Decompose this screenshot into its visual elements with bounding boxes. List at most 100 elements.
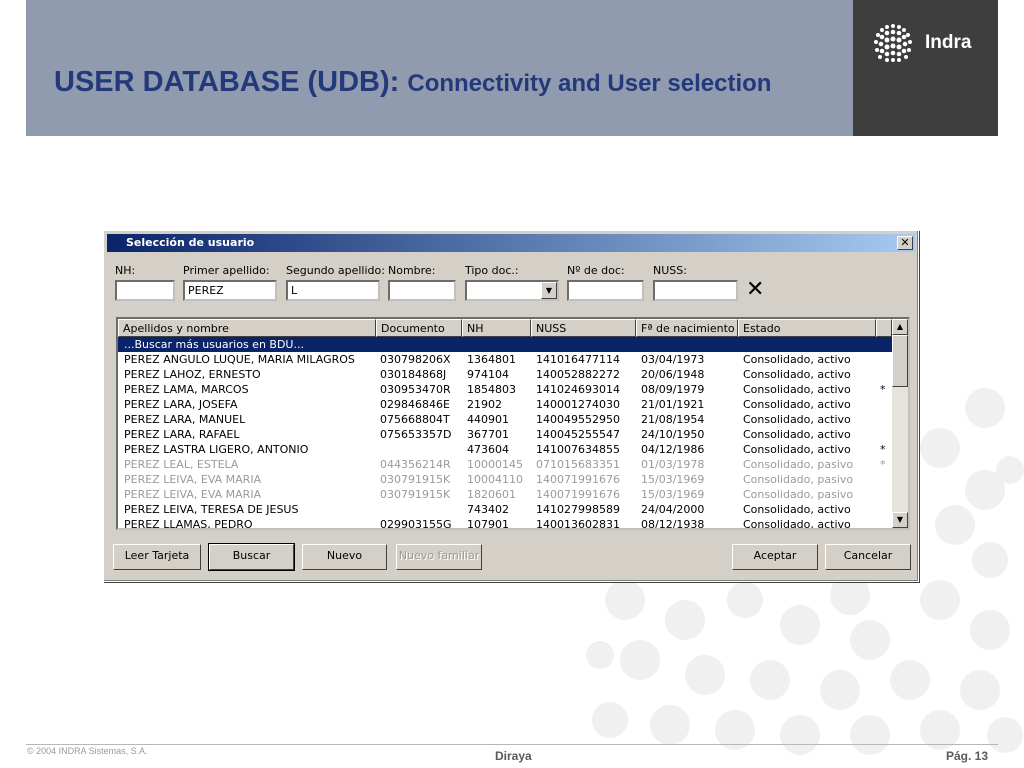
cell-fecha: 20/06/1948	[641, 368, 705, 381]
table-row[interactable]: PEREZ LEIVA, TERESA DE JESUS 743402 141027…	[118, 502, 892, 517]
column-header-nuss[interactable]: NUSS	[531, 319, 636, 337]
slide-title-sub: Connectivity and User selection	[407, 70, 772, 97]
cell-nuss: 140071991676	[536, 473, 620, 486]
cell-nuss: 140045255547	[536, 428, 620, 441]
table-row[interactable]: PEREZ LLAMAS, PEDRO 029903155G 107901 14001…	[118, 517, 892, 530]
cell-name: PEREZ LEIVA, TERESA DE JESUS	[124, 503, 299, 516]
footer-project: Diraya	[495, 749, 532, 763]
table-row[interactable]: PEREZ LARA, MANUEL 075668804T 440901 140049…	[118, 412, 892, 427]
cell-doc: 030791915K	[380, 488, 451, 501]
column-header-fecha[interactable]: Fª de nacimiento	[636, 319, 738, 337]
table-row[interactable]: PEREZ LARA, RAFAEL 075653357D 367701 140045…	[118, 427, 892, 442]
table-row[interactable]: PEREZ LAHOZ, ERNESTO 030184868J 974104 1400…	[118, 367, 892, 382]
scroll-down-icon[interactable]: ▼	[892, 512, 908, 528]
cell-mark: *	[880, 443, 886, 456]
cell-nh: 473604	[467, 443, 509, 456]
slide-title-main: USER DATABASE (UDB):	[54, 66, 408, 98]
cell-nh: 1820601	[467, 488, 516, 501]
leer-tarjeta-button[interactable]: Leer Tarjeta	[113, 544, 201, 570]
cell-fecha: 01/03/1978	[641, 458, 705, 471]
cell-estado: Consolidado, activo	[743, 368, 851, 381]
aceptar-button[interactable]: Aceptar	[732, 544, 818, 570]
dialog-titlebar[interactable]: Selección de usuario ✕	[107, 234, 915, 252]
column-header-estado[interactable]: Estado	[738, 319, 876, 337]
footer-copyright: © 2004 INDRA Sistemas, S.A.	[27, 746, 148, 756]
column-header-name[interactable]: Apellidos y nombre	[118, 319, 376, 337]
table-row[interactable]: PEREZ LAMA, MARCOS 030953470R 1854803 14102…	[118, 382, 892, 397]
segundo-apellido-label: Segundo apellido:	[286, 264, 385, 277]
cell-nuss: 141007634855	[536, 443, 620, 456]
nombre-label: Nombre:	[388, 264, 436, 277]
footer-page: Pág. 13	[946, 749, 989, 763]
cell-estado: Consolidado, activo	[743, 398, 851, 411]
cell-doc: 029846846E	[380, 398, 450, 411]
column-header-nh[interactable]: NH	[462, 319, 531, 337]
table-row[interactable]: PEREZ LEIVA, EVA MARIA 030791915K 10004110…	[118, 472, 892, 487]
cell-name: PEREZ LARA, RAFAEL	[124, 428, 240, 441]
tipo-doc-select[interactable]: ▼	[465, 280, 559, 301]
segundo-apellido-input[interactable]: L	[286, 280, 380, 301]
buscar-button[interactable]: Buscar	[208, 543, 295, 571]
user-results-list[interactable]: Apellidos y nombre Documento NH NUSS Fª …	[116, 317, 910, 530]
cell-doc: 030953470R	[380, 383, 451, 396]
cell-doc: 044356214R	[380, 458, 451, 471]
cell-name: PEREZ LEAL, ESTELA	[124, 458, 239, 471]
column-header-documento[interactable]: Documento	[376, 319, 462, 337]
nuss-input[interactable]	[653, 280, 738, 301]
nuevo-button[interactable]: Nuevo	[302, 544, 387, 570]
cell-estado: Consolidado, activo	[743, 383, 851, 396]
clear-filters-icon[interactable]: ✕	[746, 279, 764, 301]
table-row[interactable]: PEREZ LEAL, ESTELA 044356214R 10000145 0710…	[118, 457, 892, 472]
cell-doc: 075653357D	[380, 428, 452, 441]
cell-name: PEREZ LAHOZ, ERNESTO	[124, 368, 261, 381]
cell-nh: 10000145	[467, 458, 523, 471]
indra-logo: Indra	[853, 0, 998, 136]
cell-doc: 030798206X	[380, 353, 451, 366]
close-button[interactable]: ✕	[897, 236, 913, 250]
cell-fecha: 15/03/1969	[641, 473, 705, 486]
cell-estado: Consolidado, pasivo	[743, 458, 854, 471]
cell-nuss: 140049552950	[536, 413, 620, 426]
cell-name: PEREZ LEIVA, EVA MARIA	[124, 488, 262, 501]
cell-nuss: 141024693014	[536, 383, 620, 396]
cell-fecha: 03/04/1973	[641, 353, 705, 366]
cell-name: PEREZ LEIVA, EVA MARIA	[124, 473, 262, 486]
cell-fecha: 15/03/1969	[641, 488, 705, 501]
user-selection-dialog: Selección de usuario ✕ NH: Primer apelli…	[103, 230, 919, 582]
table-row[interactable]: PEREZ ANGULO LUQUE, MARIA MILAGROS 030798…	[118, 352, 892, 367]
cell-name: PEREZ ANGULO LUQUE, MARIA MILAGROS	[124, 353, 355, 366]
table-row[interactable]: PEREZ LARA, JOSEFA 029846846E 21902 1400012…	[118, 397, 892, 412]
nuevo-familiar-button[interactable]: Nuevo familiar	[396, 544, 482, 570]
cell-nh: 10004110	[467, 473, 523, 486]
nh-input[interactable]	[115, 280, 175, 301]
cell-estado: Consolidado, pasivo	[743, 488, 854, 501]
cell-estado: Consolidado, activo	[743, 353, 851, 366]
table-row[interactable]: PEREZ LASTRA LIGERO, ANTONIO 473604 141007…	[118, 442, 892, 457]
vertical-scrollbar[interactable]: ▲ ▼	[892, 319, 908, 528]
primer-apellido-input[interactable]: PEREZ	[183, 280, 277, 301]
close-icon: ✕	[900, 236, 910, 249]
cell-nuss: 141016477114	[536, 353, 620, 366]
scroll-up-icon[interactable]: ▲	[892, 319, 908, 335]
cancelar-button[interactable]: Cancelar	[825, 544, 911, 570]
primer-apellido-label: Primer apellido:	[183, 264, 270, 277]
num-doc-label: Nº de doc:	[567, 264, 625, 277]
logo-dots-icon	[874, 24, 912, 62]
scrollbar-thumb[interactable]	[892, 335, 908, 387]
num-doc-input[interactable]	[567, 280, 644, 301]
cell-fecha: 08/12/1938	[641, 518, 705, 530]
cell-nuss: 071015683351	[536, 458, 620, 471]
search-more-label: ...Buscar más usuarios en BDU...	[124, 338, 304, 351]
dropdown-arrow-icon[interactable]: ▼	[541, 282, 557, 299]
cell-mark: *	[880, 383, 886, 396]
nombre-input[interactable]	[388, 280, 456, 301]
dialog-title: Selección de usuario	[126, 236, 255, 249]
table-row[interactable]: PEREZ LEIVA, EVA MARIA 030791915K 1820601 1…	[118, 487, 892, 502]
cell-name: PEREZ LAMA, MARCOS	[124, 383, 249, 396]
search-more-row[interactable]: ...Buscar más usuarios en BDU...	[118, 337, 892, 352]
nh-label: NH:	[115, 264, 136, 277]
footer-divider	[26, 744, 998, 745]
cell-estado: Consolidado, pasivo	[743, 473, 854, 486]
tipo-doc-label: Tipo doc.:	[465, 264, 519, 277]
slide-title: USER DATABASE (UDB): Connectivity and Us…	[54, 66, 771, 99]
